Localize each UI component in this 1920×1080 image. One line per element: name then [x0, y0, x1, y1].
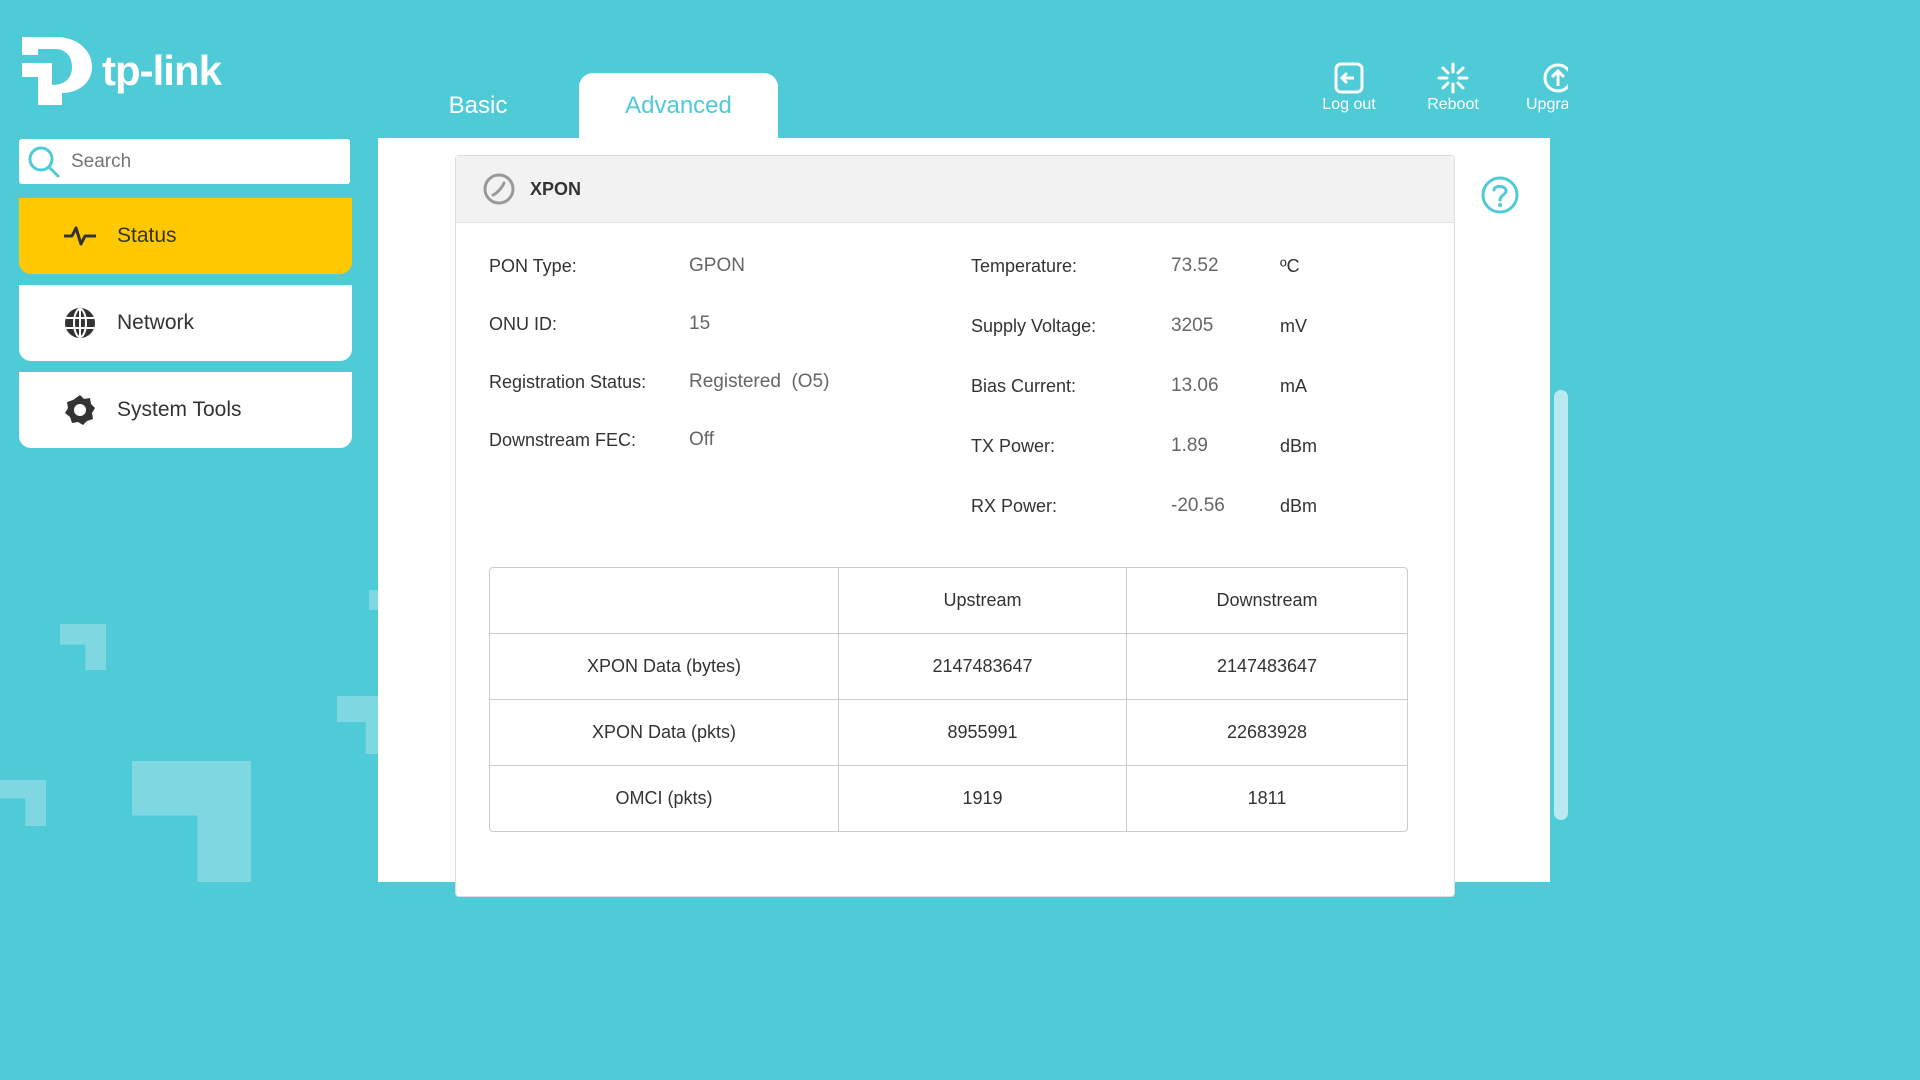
table-cell: 2147483647: [1127, 634, 1407, 700]
table-header-cell: Upstream: [839, 568, 1127, 634]
upgrade-icon: [1543, 63, 1568, 93]
supply-voltage-unit: mV: [1280, 316, 1307, 336]
table-cell: 2147483647: [839, 634, 1127, 700]
main-content: XPON PON Type: GPON ONU ID: 15 Registrat…: [378, 138, 1550, 897]
search-box[interactable]: [19, 139, 350, 184]
bias-current-label: Bias Current:: [971, 376, 1077, 396]
bias-current-unit: mA: [1280, 376, 1307, 396]
table-cell: XPON Data (bytes): [490, 634, 839, 700]
sidebar-item-network[interactable]: Network: [19, 285, 352, 361]
gear-icon: [63, 393, 97, 427]
sidebar-item-status[interactable]: Status: [19, 198, 352, 274]
tx-power-unit: dBm: [1280, 436, 1318, 456]
table-cell: 8955991: [839, 700, 1127, 766]
supply-voltage-label: Supply Voltage:: [971, 316, 1097, 336]
registration-status-label: Registration Status:: [489, 372, 647, 392]
logout-icon: [1334, 62, 1364, 94]
background-decoration: [60, 624, 106, 670]
upgrade-button[interactable]: Upgrade: [1510, 62, 1568, 114]
temperature-unit: ºC: [1280, 256, 1300, 276]
rx-power-label: RX Power:: [971, 496, 1058, 516]
temperature-value: 73.52: [1171, 255, 1219, 276]
pon-type-value: GPON: [689, 255, 745, 276]
registration-status-value: Registered (O5): [689, 371, 830, 392]
temperature-label: Temperature:: [971, 256, 1078, 276]
xpon-stats-table: Upstream Downstream XPON Data (bytes) 21…: [489, 567, 1408, 832]
supply-voltage-value: 3205: [1171, 315, 1214, 336]
table-cell: OMCI (pkts): [490, 766, 839, 831]
tx-power-value: 1.89: [1171, 435, 1208, 456]
downstream-fec-value: Off: [689, 429, 714, 450]
table-row: XPON Data (pkts) 8955991 22683928: [490, 700, 1407, 766]
pulse-icon: [63, 219, 97, 253]
tab-basic[interactable]: Basic: [378, 73, 578, 139]
background-decoration: [132, 761, 251, 882]
scrollbar[interactable]: [1554, 390, 1568, 820]
reboot-button[interactable]: Reboot: [1408, 62, 1498, 114]
tx-power-label: TX Power:: [971, 436, 1056, 456]
bias-current-value: 13.06: [1171, 375, 1219, 396]
rx-power-value: -20.56: [1171, 495, 1225, 516]
logout-label: Log out: [1322, 96, 1376, 113]
upgrade-label: Upgrade: [1526, 96, 1568, 113]
sidebar-item-label: Status: [117, 224, 177, 247]
table-header-row: Upstream Downstream: [490, 568, 1407, 634]
table-header-cell: Downstream: [1127, 568, 1407, 634]
search-input[interactable]: [69, 149, 333, 174]
table-cell: 22683928: [1127, 700, 1407, 766]
table-cell: 1811: [1247, 788, 1287, 808]
onu-id-value: 15: [689, 313, 711, 334]
rx-power-unit: dBm: [1280, 496, 1318, 516]
xpon-panel: XPON PON Type: GPON ONU ID: 15 Registrat…: [455, 155, 1455, 897]
background-decoration: [369, 590, 378, 610]
table-row: OMCI (pkts) 1919 1811: [490, 766, 1407, 831]
tp-link-logo-icon: [22, 37, 92, 105]
sidebar-item-system-tools[interactable]: System Tools: [19, 372, 352, 448]
search-icon: [28, 146, 60, 177]
reboot-icon: [1437, 62, 1469, 94]
tab-advanced[interactable]: Advanced: [579, 73, 778, 139]
help-button[interactable]: [1480, 175, 1520, 220]
panel-header: XPON: [456, 156, 1454, 223]
tp-link-logo: tp-link: [18, 33, 222, 109]
logout-button[interactable]: Log out: [1304, 62, 1394, 114]
table-cell: XPON Data (pkts): [490, 700, 839, 766]
background-decoration: [0, 780, 46, 826]
pon-type-label: PON Type:: [489, 256, 577, 276]
help-icon: [1481, 176, 1519, 214]
onu-id-label: ONU ID:: [489, 314, 558, 334]
globe-icon: [63, 306, 97, 340]
xpon-icon: [483, 173, 515, 205]
downstream-fec-label: Downstream FEC:: [489, 430, 637, 450]
table-cell: 1919: [839, 766, 1127, 831]
sidebar-item-label: System Tools: [117, 398, 242, 421]
table-row: XPON Data (bytes) 2147483647 2147483647: [490, 634, 1407, 700]
reboot-label: Reboot: [1427, 96, 1479, 113]
sidebar-item-label: Network: [117, 311, 195, 334]
brand-name: tp-link: [102, 47, 222, 94]
background-decoration: [337, 696, 378, 754]
panel-title: XPON: [530, 178, 582, 199]
table-header-cell: [490, 568, 839, 634]
